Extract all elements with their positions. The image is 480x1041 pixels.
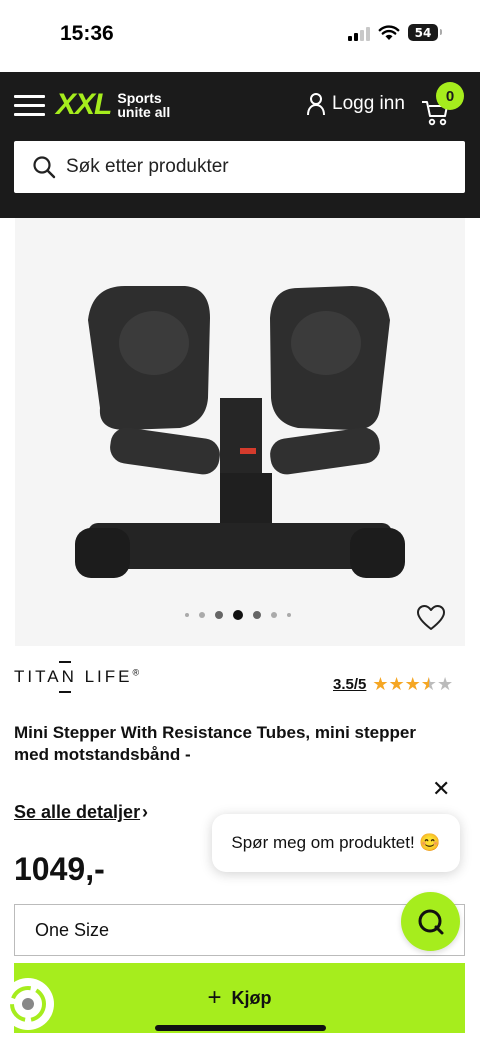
rating-stars: ★ ★ ★ ★ ★ bbox=[372, 675, 453, 693]
rating-text[interactable]: 3.5/5 bbox=[333, 676, 366, 693]
search-bar[interactable] bbox=[14, 141, 465, 193]
status-bar: 15:36 54 bbox=[0, 0, 480, 72]
signal-icon bbox=[348, 25, 370, 41]
plus-icon: + bbox=[207, 984, 222, 1011]
search-input[interactable] bbox=[66, 156, 426, 178]
gallery-dot[interactable] bbox=[215, 611, 223, 619]
product-title: Mini Stepper With Resistance Tubes, mini… bbox=[14, 723, 416, 764]
star-half-icon: ★ bbox=[420, 674, 437, 694]
gallery-dot[interactable] bbox=[199, 612, 205, 618]
gallery-dot[interactable] bbox=[271, 612, 277, 618]
battery-icon: 54 bbox=[408, 24, 442, 41]
brand-name: TITAN LIFE bbox=[14, 667, 133, 686]
size-select[interactable]: One Size bbox=[14, 904, 465, 956]
buy-button[interactable]: + Kjøp bbox=[14, 963, 465, 1033]
favorite-heart-icon[interactable] bbox=[416, 604, 446, 632]
logo-tagline: Sports unite all bbox=[117, 91, 170, 119]
chat-q-icon bbox=[418, 909, 443, 934]
cart-count-badge: 0 bbox=[436, 82, 464, 110]
home-indicator bbox=[155, 1025, 326, 1031]
gallery-dot[interactable] bbox=[287, 613, 291, 617]
gallery-dot[interactable] bbox=[253, 611, 261, 619]
menu-icon[interactable] bbox=[14, 95, 45, 117]
logo-mark: XXL bbox=[56, 88, 112, 121]
brand-logo[interactable]: TITAN LIFE® bbox=[14, 667, 139, 687]
login-button[interactable]: Logg inn bbox=[306, 92, 405, 116]
chat-prompt-bubble[interactable]: Spør meg om produktet! 😊 bbox=[212, 814, 460, 872]
close-icon[interactable]: ✕ bbox=[432, 776, 450, 802]
recycle-icon bbox=[10, 986, 46, 1022]
size-select-value: One Size bbox=[35, 919, 110, 940]
gallery-dot-active[interactable] bbox=[233, 610, 243, 620]
status-icons: 54 bbox=[348, 24, 442, 41]
login-label: Logg inn bbox=[332, 93, 405, 114]
cart-button[interactable]: 0 bbox=[420, 82, 464, 126]
recycle-widget[interactable] bbox=[2, 978, 54, 1030]
star-empty-icon: ★ bbox=[436, 674, 454, 694]
star-icon: ★ bbox=[372, 674, 389, 694]
search-icon bbox=[33, 156, 56, 179]
product-gallery[interactable] bbox=[15, 218, 465, 646]
wifi-icon bbox=[378, 24, 400, 40]
brand-registered-mark: ® bbox=[132, 667, 140, 678]
battery-level: 54 bbox=[414, 25, 432, 40]
buy-label: Kjøp bbox=[231, 987, 272, 1008]
xxl-logo[interactable]: XXL Sports unite all bbox=[56, 88, 170, 122]
user-icon bbox=[307, 93, 325, 116]
chevron-right-icon: › bbox=[142, 802, 148, 822]
star-icon: ★ bbox=[404, 674, 421, 694]
site-header: XXL Sports unite all Logg inn 0 bbox=[0, 72, 480, 218]
gallery-dots bbox=[185, 610, 291, 620]
product-rating[interactable]: 3.5/5 ★ ★ ★ ★ ★ bbox=[333, 675, 453, 693]
status-time: 15:36 bbox=[60, 22, 114, 45]
gallery-dot[interactable] bbox=[185, 613, 189, 617]
chat-button[interactable] bbox=[401, 892, 460, 951]
tagline-line1: Sports bbox=[117, 90, 162, 106]
star-icon: ★ bbox=[388, 674, 405, 694]
see-details-link[interactable]: Se alle detaljer bbox=[14, 802, 140, 823]
tagline-line2: unite all bbox=[117, 104, 171, 120]
product-image bbox=[75, 286, 405, 578]
product-price: 1049,- bbox=[14, 851, 105, 887]
